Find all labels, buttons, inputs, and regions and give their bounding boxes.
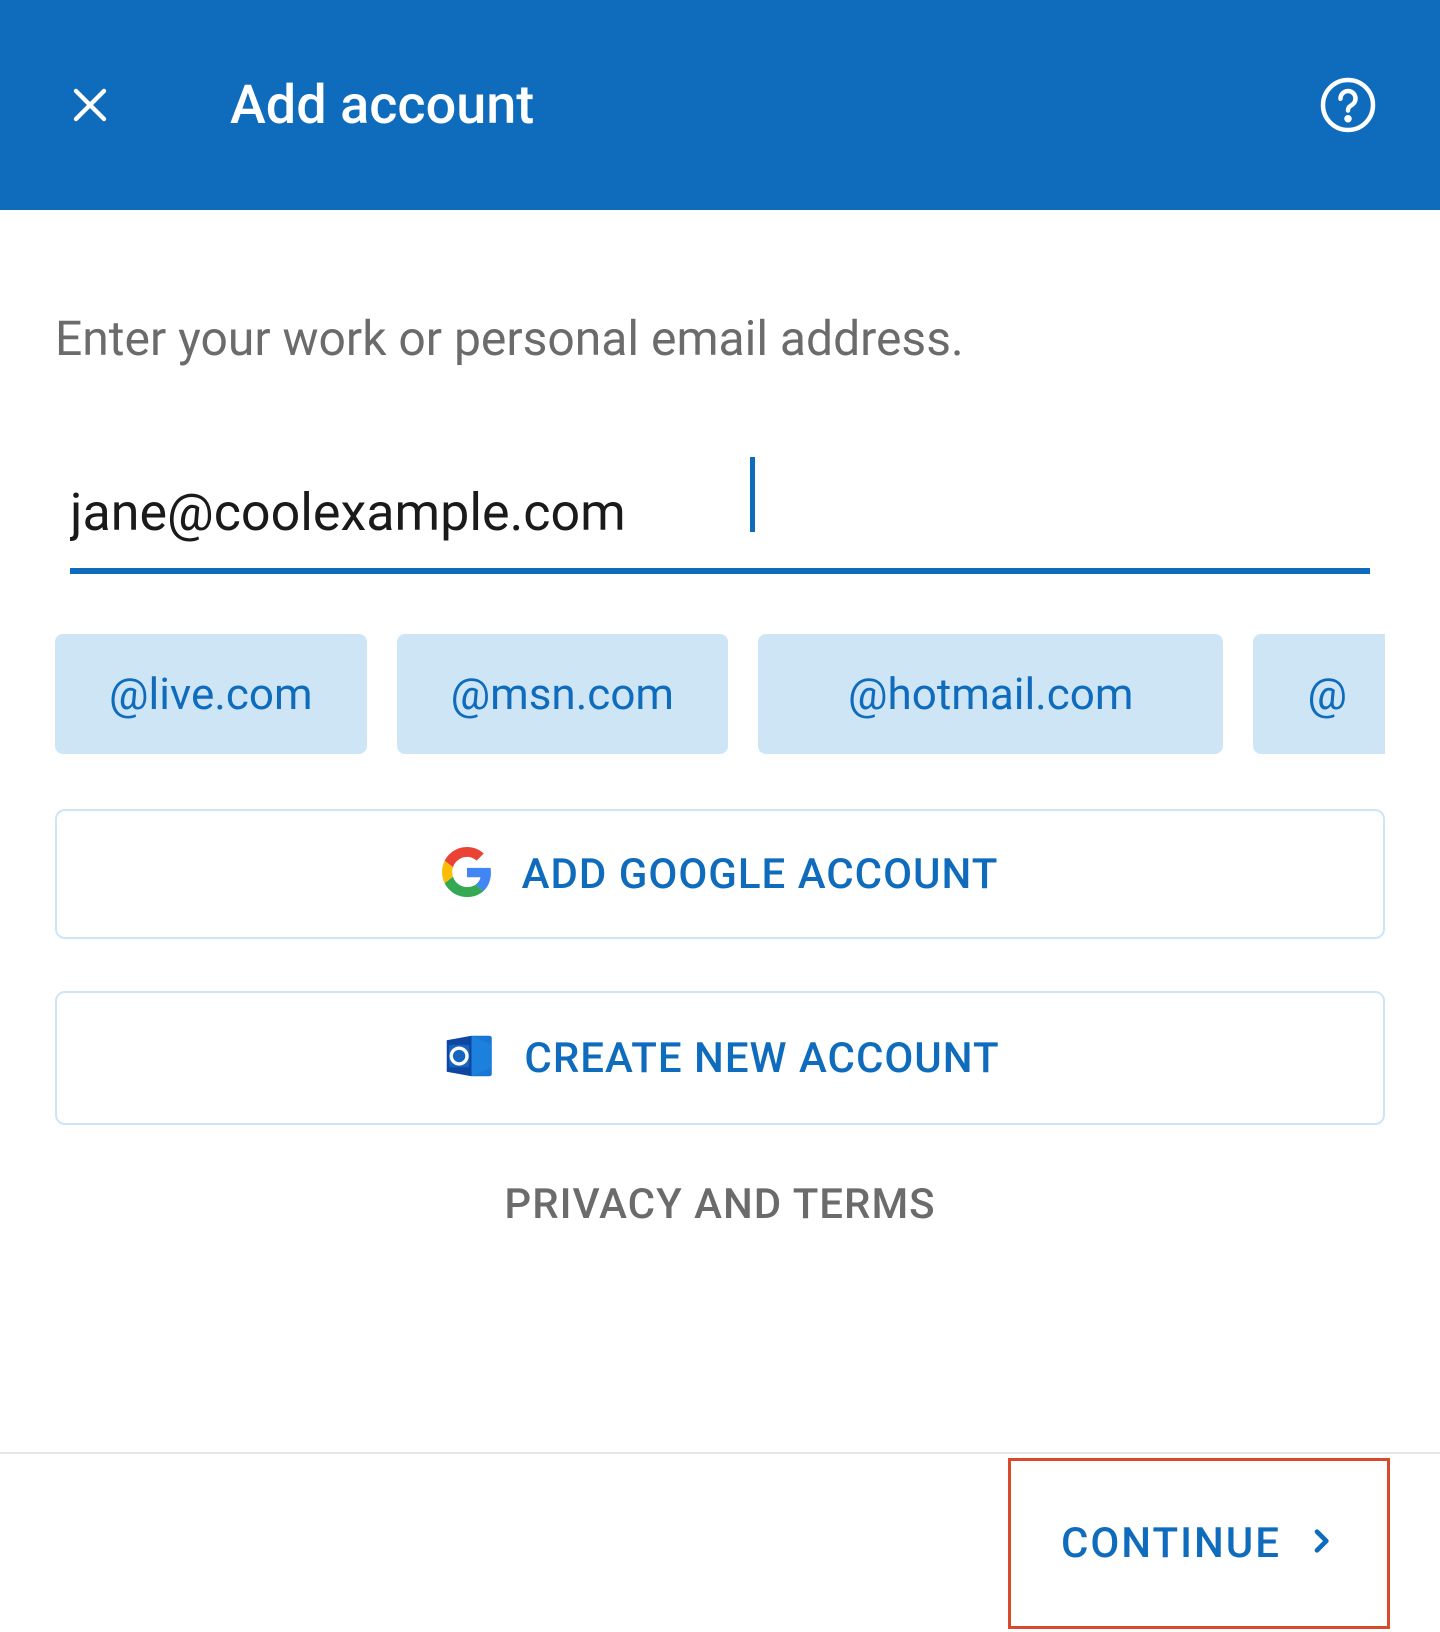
create-account-label: CREATE NEW ACCOUNT (524, 1034, 999, 1083)
add-google-account-button[interactable]: ADD GOOGLE ACCOUNT (55, 809, 1385, 939)
domain-suggestions-row: @live.com @msn.com @hotmail.com @ (55, 634, 1385, 754)
continue-label: CONTINUE (1061, 1519, 1281, 1568)
email-field[interactable] (70, 467, 1370, 574)
content-area: Enter your work or personal email addres… (0, 210, 1440, 1229)
create-new-account-button[interactable]: CREATE NEW ACCOUNT (55, 991, 1385, 1125)
help-icon[interactable] (1316, 73, 1380, 137)
text-cursor (750, 457, 755, 532)
chevron-right-icon (1305, 1525, 1337, 1561)
footer-bar: CONTINUE (0, 1452, 1440, 1632)
domain-chip-hotmail[interactable]: @hotmail.com (758, 634, 1223, 754)
add-google-label: ADD GOOGLE ACCOUNT (522, 850, 999, 899)
outlook-icon (440, 1029, 494, 1087)
domain-chip-msn[interactable]: @msn.com (397, 634, 728, 754)
privacy-terms-link[interactable]: PRIVACY AND TERMS (55, 1180, 1385, 1229)
email-input-wrapper (70, 467, 1370, 574)
domain-chip-more[interactable]: @ (1253, 634, 1385, 754)
continue-button[interactable]: CONTINUE (1008, 1458, 1390, 1629)
domain-chip-live[interactable]: @live.com (55, 634, 367, 754)
prompt-text: Enter your work or personal email addres… (55, 310, 1385, 367)
google-icon (442, 847, 492, 901)
app-header: Add account (0, 0, 1440, 210)
close-icon[interactable] (60, 75, 120, 135)
page-title: Add account (230, 74, 534, 137)
